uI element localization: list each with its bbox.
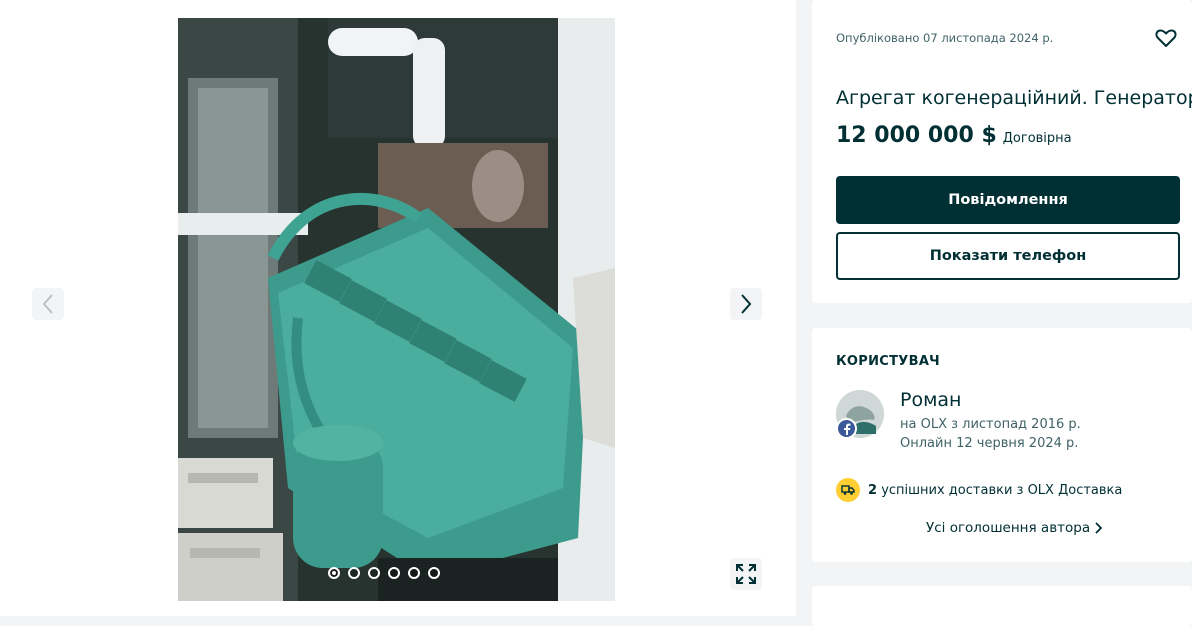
next-image-button[interactable] — [730, 288, 762, 320]
image-pagination-dots — [328, 567, 440, 579]
delivery-count: 2 — [868, 482, 878, 498]
negotiable-label: Договірна — [1002, 131, 1072, 146]
favorite-button[interactable] — [1154, 26, 1178, 54]
pagination-dot[interactable] — [388, 567, 400, 579]
price-row: 12 000 000 $ Договірна — [836, 123, 1072, 148]
avatar[interactable] — [836, 390, 884, 439]
chevron-right-icon — [741, 294, 752, 314]
seller-card: КОРИСТУВАЧ Роман на OLX з листопад 2016 … — [812, 328, 1192, 562]
message-button[interactable]: Повідомлення — [836, 176, 1180, 224]
facebook-icon — [843, 423, 850, 435]
fullscreen-button[interactable] — [730, 558, 762, 590]
pagination-dot[interactable] — [348, 567, 360, 579]
facebook-badge — [836, 418, 857, 439]
listing-title: Агрегат когенераційний. Генератор — [836, 86, 1192, 109]
all-ads-label: Усі оголошення автора — [926, 520, 1091, 536]
delivery-truck-icon — [836, 478, 860, 502]
all-seller-ads-link[interactable]: Усі оголошення автора — [926, 520, 1104, 536]
seller-member-since: на OLX з листопад 2016 р. — [900, 417, 1081, 432]
delivery-text: успішних доставки з OLX Доставка — [881, 482, 1123, 498]
heart-icon — [1155, 29, 1177, 47]
listing-photo[interactable] — [178, 18, 615, 601]
pagination-dot[interactable] — [368, 567, 380, 579]
pagination-dot[interactable] — [428, 567, 440, 579]
published-date: Опубліковано 07 листопада 2024 р. — [836, 31, 1054, 45]
pagination-dot[interactable] — [328, 567, 340, 579]
next-card — [812, 586, 1192, 626]
show-phone-button[interactable]: Показати телефон — [836, 232, 1180, 280]
seller-name[interactable]: Роман — [900, 389, 961, 411]
pagination-dot[interactable] — [408, 567, 420, 579]
chevron-right-icon — [1095, 522, 1103, 534]
image-gallery — [0, 0, 796, 616]
seller-heading: КОРИСТУВАЧ — [836, 354, 940, 369]
delivery-stats: 2 успішних доставки з OLX Доставка — [836, 478, 1122, 502]
previous-image-button[interactable] — [32, 288, 64, 320]
price: 12 000 000 $ — [836, 123, 997, 148]
chevron-left-icon — [42, 294, 53, 314]
seller-last-online: Онлайн 12 червня 2024 р. — [900, 436, 1079, 451]
listing-summary-card: Опубліковано 07 листопада 2024 р. Агрега… — [812, 0, 1192, 303]
expand-icon — [736, 564, 756, 584]
